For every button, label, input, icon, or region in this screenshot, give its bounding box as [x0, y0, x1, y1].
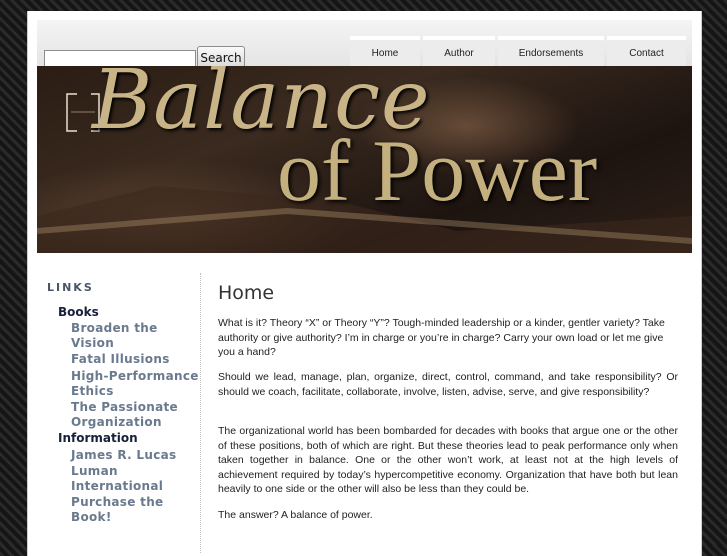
page-title: Home [218, 282, 275, 304]
sidebar-heading: LINKS [47, 281, 94, 294]
sidebar-section-information: Information [58, 431, 138, 445]
sidebar-section-books: Books [58, 305, 99, 319]
sidebar-link-broaden-the-vision[interactable]: Broaden the Vision [71, 321, 201, 351]
nav-home[interactable]: Home [350, 36, 420, 68]
paragraph-4: The answer? A balance of power. [218, 509, 373, 521]
sidebar-link-purchase-book[interactable]: Purchase the Book! [71, 495, 201, 525]
sidebar-link-passionate-organization[interactable]: The Passionate Organization [71, 400, 201, 430]
sidebar-link-james-lucas[interactable]: James R. Lucas [71, 448, 201, 463]
nav-contact[interactable]: Contact [607, 36, 686, 68]
nav-author[interactable]: Author [423, 36, 495, 68]
paragraph-2: Should we lead, manage, plan, organize, … [218, 371, 678, 398]
header: Search Home Author Endorsements Contact [37, 20, 692, 70]
nav-endorsements[interactable]: Endorsements [498, 36, 604, 68]
banner-title-of-power: of Power [277, 123, 598, 220]
paragraph-3: The organizational world has been bombar… [218, 425, 678, 495]
page-container: Search Home Author Endorsements Contact … [27, 11, 702, 556]
sidebar-link-fatal-illusions[interactable]: Fatal Illusions [71, 352, 201, 367]
sidebar-link-luman-international[interactable]: Luman International [71, 464, 201, 494]
sidebar: LINKS Books Broaden the Vision Fatal Ill… [40, 273, 201, 553]
sidebar-link-high-performance-ethics[interactable]: High-Performance Ethics [71, 369, 201, 399]
banner-image: Balance of Power [37, 66, 692, 253]
paragraph-1: What is it? Theory “X” or Theory “Y”? To… [218, 317, 665, 358]
